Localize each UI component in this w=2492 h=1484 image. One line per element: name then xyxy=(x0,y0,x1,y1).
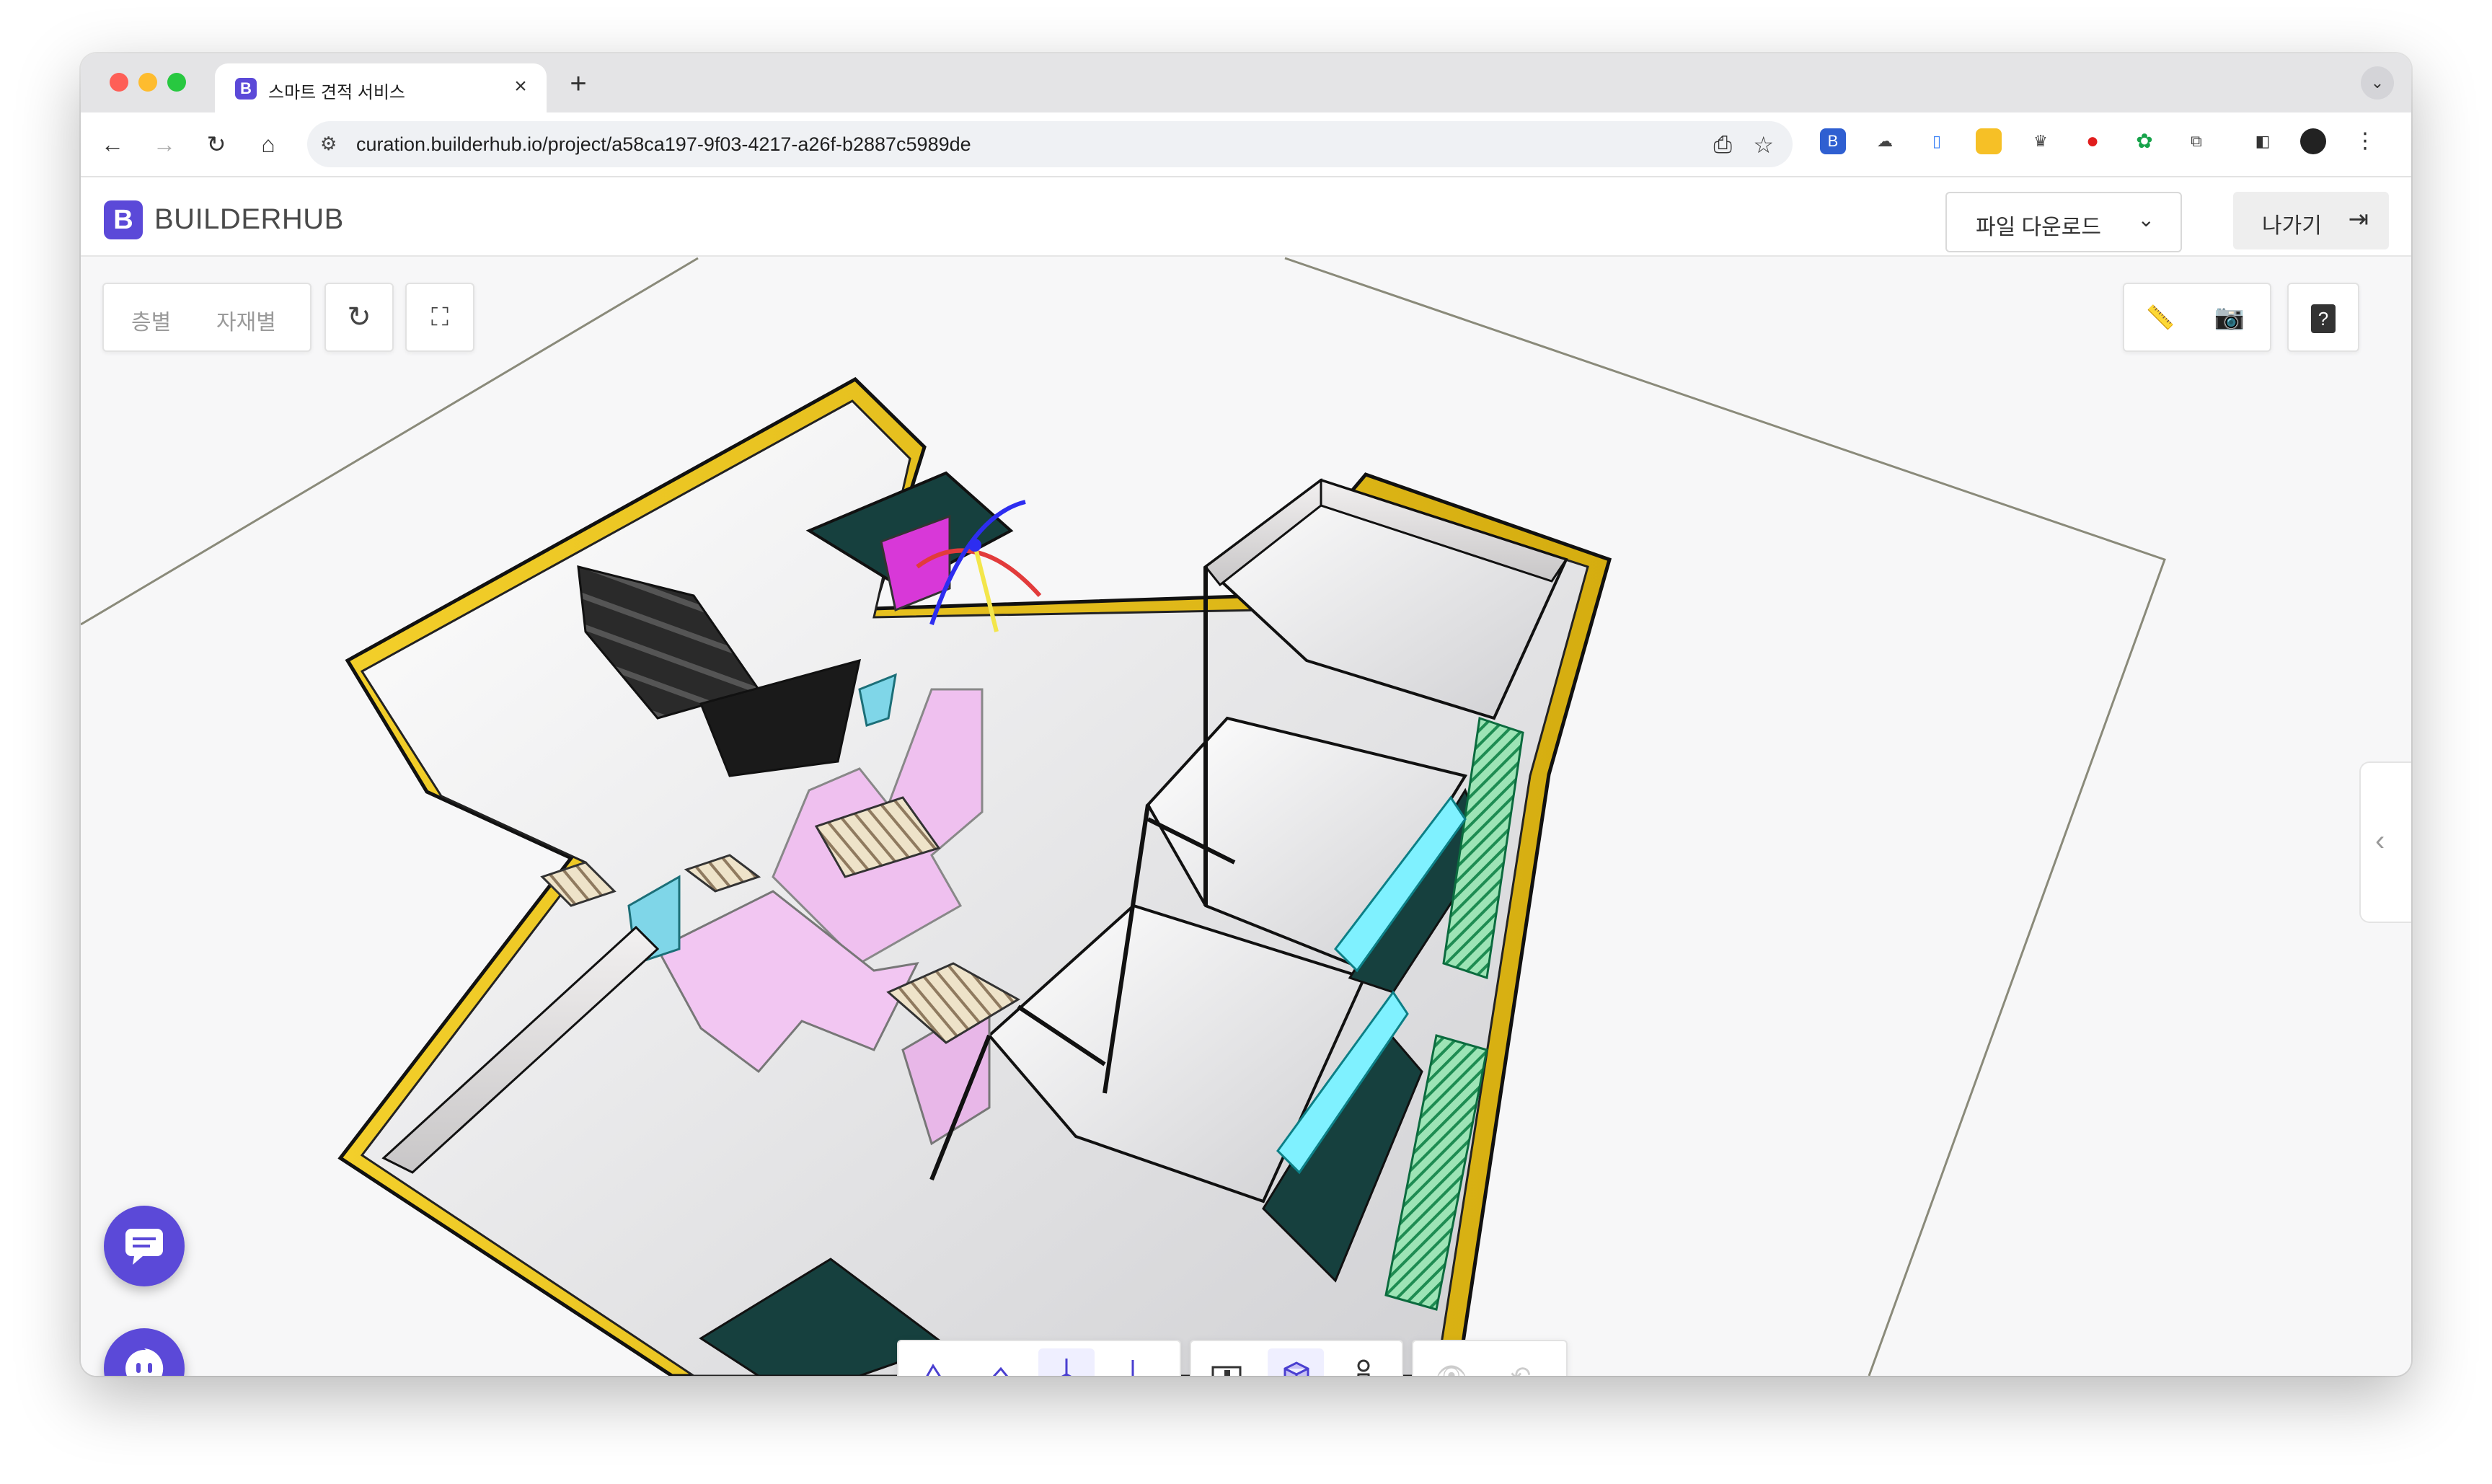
help-book-icon: ? xyxy=(2311,304,2336,334)
view-front-icon[interactable] xyxy=(906,1348,962,1376)
chatbot-button[interactable] xyxy=(104,1328,185,1376)
address-bar[interactable]: ⚙ curation.builderhub.io/project/a58ca19… xyxy=(307,121,1793,167)
tab-strip: B 스마트 견적 서비스 × + ⌄ xyxy=(81,53,2411,112)
chat-icon xyxy=(125,1229,163,1265)
fit-view-button[interactable]: ⛶ xyxy=(405,283,474,352)
crown-ext-icon[interactable]: ♛ xyxy=(2028,128,2054,154)
profile-avatar[interactable] xyxy=(2300,128,2326,154)
exit-label: 나가기 xyxy=(2262,214,2322,238)
minimize-window-button[interactable] xyxy=(138,73,157,92)
tab-search-button[interactable]: ⌄ xyxy=(2361,66,2394,100)
model-viewer[interactable]: 층별 자재별 ↻ ⛶ 📏 📷 ? ‹ 👁 ↶ xyxy=(81,257,2411,1376)
chat-button[interactable] xyxy=(104,1206,185,1286)
site-settings-icon[interactable]: ⚙ xyxy=(320,133,337,155)
builderhub-ext-icon[interactable]: B xyxy=(1820,128,1846,154)
view-top-icon[interactable] xyxy=(1038,1348,1095,1376)
home-icon[interactable]: ⌂ xyxy=(252,128,284,160)
aux-toolbar: 👁 ↶ xyxy=(1412,1340,1568,1376)
color-ext-icon[interactable]: ✿ xyxy=(2131,128,2157,154)
measure-capture-group: 📏 📷 xyxy=(2123,283,2271,352)
opera-ext-icon[interactable]: ● xyxy=(2080,128,2106,154)
undo-icon[interactable]: ↶ xyxy=(1493,1348,1549,1376)
logout-icon: ⇥ xyxy=(2348,206,2369,233)
docs-ext-icon[interactable]: ▯ xyxy=(1924,128,1950,154)
file-download-button[interactable]: 파일 다운로드 ⌄ xyxy=(1945,192,2182,252)
tab-favicon: B xyxy=(235,78,257,100)
view-toolbar xyxy=(897,1340,1181,1376)
browser-toolbar: ← → ↻ ⌂ ⚙ curation.builderhub.io/project… xyxy=(81,112,2411,177)
help-button[interactable]: ? xyxy=(2287,283,2359,352)
eye-icon[interactable]: 👁 xyxy=(1423,1348,1480,1376)
browser-window: B 스마트 견적 서비스 × + ⌄ ← → ↻ ⌂ ⚙ curation.bu… xyxy=(81,53,2411,1376)
filter-segment: 층별 자재별 xyxy=(102,283,312,352)
back-icon[interactable]: ← xyxy=(97,128,128,160)
reset-view-button[interactable]: ↻ xyxy=(324,283,394,352)
focus-icon: ⛶ xyxy=(431,304,449,331)
side-panel-toggle[interactable]: ‹ xyxy=(2359,761,2411,923)
logo-mark[interactable]: B xyxy=(104,200,143,239)
app-header: B BUILDERHUB 파일 다운로드 ⌄ 나가기 ⇥ xyxy=(81,177,2411,257)
notes-ext-icon[interactable] xyxy=(1976,128,2002,154)
exit-button[interactable]: 나가기 ⇥ xyxy=(2233,192,2389,249)
chevron-left-icon: ‹ xyxy=(2375,825,2385,857)
zoom-window-button[interactable] xyxy=(167,73,186,92)
puzzle-extensions-icon[interactable]: ⧉ xyxy=(2183,128,2209,154)
box-icon[interactable] xyxy=(1268,1348,1324,1376)
mode-toolbar xyxy=(1190,1340,1403,1376)
cloud-ext-icon[interactable]: ☁ xyxy=(1872,128,1898,154)
side-panel-icon[interactable]: ◧ xyxy=(2250,128,2276,154)
close-window-button[interactable] xyxy=(110,73,128,92)
reload-icon: ↻ xyxy=(347,301,371,333)
forward-icon[interactable]: → xyxy=(149,128,180,160)
reload-icon[interactable]: ↻ xyxy=(200,128,232,160)
install-app-icon[interactable]: ⎙ xyxy=(1713,131,1732,159)
building-3d-model[interactable] xyxy=(81,257,2411,1376)
tab-close-button[interactable]: × xyxy=(508,74,534,100)
view-axis-icon[interactable] xyxy=(1105,1348,1161,1376)
view-side-icon[interactable] xyxy=(972,1348,1028,1376)
tab-title: 스마트 견적 서비스 xyxy=(268,83,405,102)
ruler-icon[interactable]: 📏 xyxy=(2127,284,2193,350)
chevron-down-icon: ⌄ xyxy=(2137,208,2155,231)
person-icon[interactable] xyxy=(1335,1348,1392,1376)
browser-tab[interactable]: B 스마트 견적 서비스 × xyxy=(215,63,547,112)
chatbot-icon xyxy=(125,1348,164,1376)
url-text[interactable]: curation.builderhub.io/project/a58ca197-… xyxy=(356,133,971,156)
new-tab-button[interactable]: + xyxy=(564,69,593,98)
browser-menu-icon[interactable]: ⋮ xyxy=(2352,128,2378,154)
bookmark-star-icon[interactable]: ☆ xyxy=(1753,131,1774,159)
logo-text[interactable]: BUILDERHUB xyxy=(154,203,344,236)
section-icon[interactable] xyxy=(1198,1348,1255,1376)
file-download-label: 파일 다운로드 xyxy=(1976,216,2101,239)
filter-tab-material[interactable]: 자재별 xyxy=(216,304,276,336)
camera-icon[interactable]: 📷 xyxy=(2196,284,2263,350)
filter-tab-floor[interactable]: 층별 xyxy=(131,304,171,336)
